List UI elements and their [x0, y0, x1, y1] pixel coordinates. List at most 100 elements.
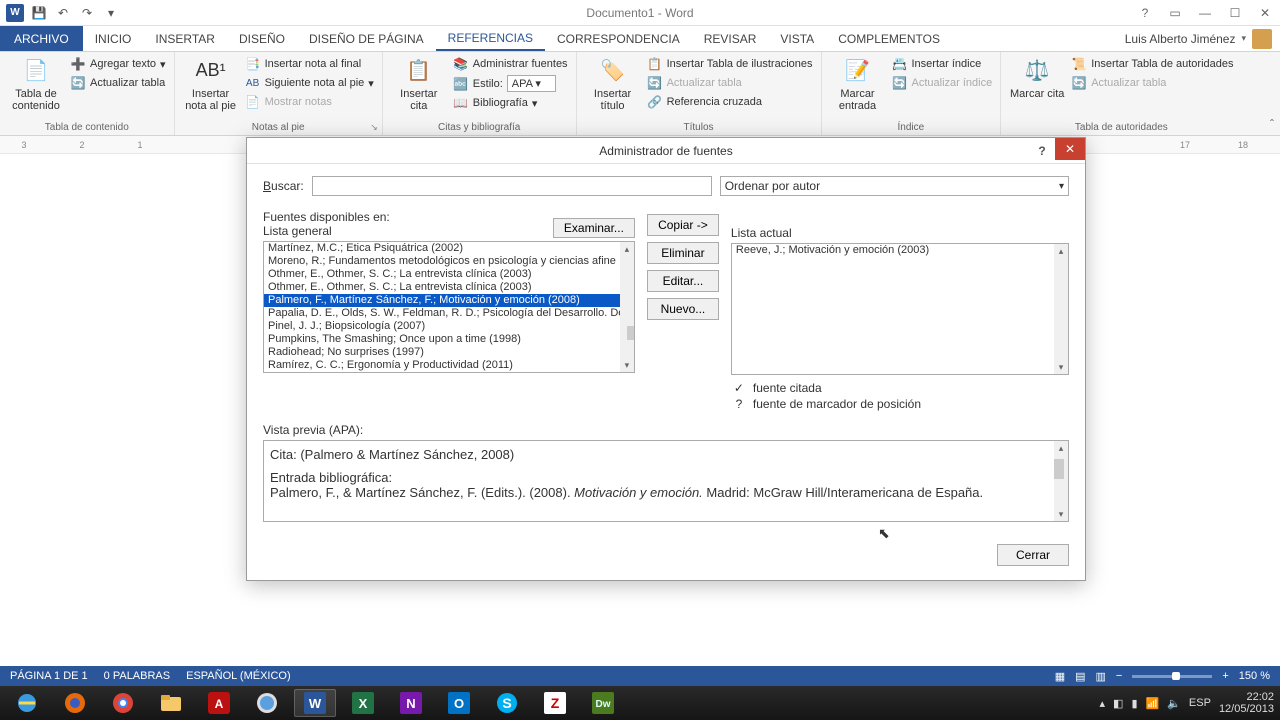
insert-footnote-button[interactable]: AB¹ Insertar nota al pie [183, 56, 239, 112]
tab-referencias[interactable]: REFERENCIAS [436, 26, 545, 51]
tab-inicio[interactable]: INICIO [83, 26, 144, 51]
footnotes-launcher-icon[interactable]: ↘ [370, 122, 378, 133]
taskbar-skype-icon[interactable]: S [486, 689, 528, 717]
dialog-close-icon[interactable]: ✕ [1055, 138, 1085, 160]
list-item[interactable]: Pinel, J. J.; Biopsicología (2007) [264, 320, 634, 333]
zoom-value[interactable]: 150 % [1239, 670, 1270, 682]
taskbar-word-icon[interactable]: W [294, 689, 336, 717]
scroll-up-icon[interactable]: ▴ [1054, 441, 1068, 455]
maximize-icon[interactable]: ☐ [1220, 2, 1250, 24]
insert-tof-button[interactable]: 📋Insertar Tabla de ilustraciones [647, 56, 813, 72]
scroll-down-icon[interactable]: ▾ [1054, 507, 1068, 521]
current-listbox[interactable]: Reeve, J.; Motivación y emoción (2003) ▴… [731, 243, 1069, 375]
list-item[interactable]: Othmer, E., Othmer, S. C.; La entrevista… [264, 281, 634, 294]
save-icon[interactable]: 💾 [28, 2, 50, 24]
view-print-icon[interactable]: ▤ [1075, 670, 1085, 683]
close-window-icon[interactable]: ✕ [1250, 2, 1280, 24]
view-web-icon[interactable]: ▥ [1096, 670, 1106, 683]
tray-wifi-icon[interactable]: 📶 [1146, 697, 1160, 710]
insert-toa-button[interactable]: 📜Insertar Tabla de autoridades [1071, 56, 1233, 72]
list-item[interactable]: Martínez, M.C.; Etica Psiquátrica (2002) [264, 242, 634, 255]
tray-battery-icon[interactable]: ▮ [1131, 697, 1137, 710]
tray-network-icon[interactable]: ◧ [1113, 697, 1123, 710]
zoom-out-icon[interactable]: − [1116, 670, 1122, 682]
insert-index-button[interactable]: 📇Insertar índice [892, 56, 993, 72]
taskbar-explorer-icon[interactable] [150, 689, 192, 717]
taskbar-adobe-icon[interactable]: A [198, 689, 240, 717]
tray-volume-icon[interactable]: 🔈 [1167, 697, 1181, 710]
minimize-icon[interactable]: — [1190, 2, 1220, 24]
list-item[interactable]: Palmero, F., Martínez Sánchez, F.; Motiv… [264, 294, 634, 307]
close-button[interactable]: Cerrar [997, 544, 1069, 566]
citation-style-select[interactable]: 🔤 Estilo: APA ▾ [453, 75, 568, 92]
qat-customize-icon[interactable]: ▾ [100, 2, 122, 24]
search-input[interactable] [312, 176, 712, 196]
taskbar-zotero-icon[interactable]: Z [534, 689, 576, 717]
taskbar-chrome-icon[interactable] [102, 689, 144, 717]
update-index-button[interactable]: 🔄Actualizar índice [892, 75, 993, 91]
zoom-in-icon[interactable]: + [1222, 670, 1228, 682]
master-scrollbar[interactable]: ▴ ▾ [620, 242, 634, 372]
status-words[interactable]: 0 PALABRAS [104, 670, 170, 682]
tab-correspondencia[interactable]: CORRESPONDENCIA [545, 26, 692, 51]
list-item[interactable]: Moreno, R.; Fundamentos metodológicos en… [264, 255, 634, 268]
preview-scrollbar[interactable]: ▴ ▾ [1054, 441, 1068, 521]
insert-citation-button[interactable]: 📋 Insertar cita [391, 56, 447, 112]
insert-endnote-button[interactable]: 📑Insertar nota al final [245, 56, 374, 72]
tab-diseño[interactable]: DISEÑO [227, 26, 297, 51]
list-item[interactable]: Reeve, J.; Motivación y emoción (2003) [264, 372, 634, 373]
copy-button[interactable]: Copiar -> [647, 214, 719, 236]
list-item[interactable]: Ramírez, C. C.; Ergonomía y Productivida… [264, 359, 634, 372]
sort-select[interactable]: Ordenar por autor▾ [720, 176, 1069, 196]
taskbar-ie-icon[interactable] [6, 689, 48, 717]
scroll-down-icon[interactable]: ▾ [620, 358, 634, 372]
taskbar-excel-icon[interactable]: X [342, 689, 384, 717]
taskbar-outlook-icon[interactable]: O [438, 689, 480, 717]
show-notes-button[interactable]: 📄Mostrar notas [245, 94, 374, 110]
dialog-help-icon[interactable]: ? [1029, 138, 1055, 164]
tab-revisar[interactable]: REVISAR [692, 26, 769, 51]
tab-file[interactable]: ARCHIVO [0, 26, 83, 51]
taskbar-itunes-icon[interactable] [246, 689, 288, 717]
help-icon[interactable]: ? [1130, 2, 1160, 24]
ribbon-display-icon[interactable]: ▭ [1160, 2, 1190, 24]
taskbar-dreamweaver-icon[interactable]: Dw [582, 689, 624, 717]
edit-button[interactable]: Editar... [647, 270, 719, 292]
tab-complementos[interactable]: COMPLEMENTOS [826, 26, 952, 51]
zoom-slider[interactable] [1132, 675, 1212, 678]
current-scrollbar[interactable]: ▴ ▾ [1054, 244, 1068, 374]
insert-caption-button[interactable]: 🏷️ Insertar título [585, 56, 641, 112]
tab-insertar[interactable]: INSERTAR [143, 26, 227, 51]
update-toa-button[interactable]: 🔄Actualizar tabla [1071, 75, 1233, 91]
toc-button[interactable]: 📄 Tabla de contenido [8, 56, 64, 112]
taskbar-onenote-icon[interactable]: N [390, 689, 432, 717]
view-read-icon[interactable]: ▦ [1055, 670, 1065, 683]
new-button[interactable]: Nuevo... [647, 298, 719, 320]
status-lang[interactable]: ESPAÑOL (MÉXICO) [186, 670, 291, 682]
update-tof-button[interactable]: 🔄Actualizar tabla [647, 75, 813, 91]
collapse-ribbon-icon[interactable]: ˆ [1270, 117, 1274, 131]
list-item[interactable]: Othmer, E., Othmer, S. C.; La entrevista… [264, 268, 634, 281]
tray-up-icon[interactable]: ▴ [1100, 697, 1106, 710]
scroll-up-icon[interactable]: ▴ [620, 242, 634, 256]
taskbar-firefox-icon[interactable] [54, 689, 96, 717]
user-name[interactable]: Luis Alberto Jiménez [1125, 32, 1236, 46]
redo-icon[interactable]: ↷ [76, 2, 98, 24]
bibliography-button[interactable]: 📖Bibliografía ▾ [453, 95, 568, 111]
delete-button[interactable]: Eliminar [647, 242, 719, 264]
manage-sources-button[interactable]: 📚Administrar fuentes [453, 56, 568, 72]
mark-entry-button[interactable]: 📝 Marcar entrada [830, 56, 886, 112]
list-item[interactable]: Pumpkins, The Smashing; Once upon a time… [264, 333, 634, 346]
update-toc-button[interactable]: 🔄Actualizar tabla [70, 75, 166, 91]
tray-clock[interactable]: 22:02 12/05/2013 [1219, 691, 1274, 715]
undo-icon[interactable]: ↶ [52, 2, 74, 24]
scroll-down-icon[interactable]: ▾ [1054, 360, 1068, 374]
tab-vista[interactable]: VISTA [768, 26, 826, 51]
avatar[interactable] [1252, 29, 1272, 49]
mark-citation-button[interactable]: ⚖️ Marcar cita [1009, 56, 1065, 100]
scroll-up-icon[interactable]: ▴ [1054, 244, 1068, 258]
master-listbox[interactable]: Martínez, M.C.; Etica Psiquátrica (2002)… [263, 241, 635, 373]
status-page[interactable]: PÁGINA 1 DE 1 [10, 670, 88, 682]
examine-button[interactable]: Examinar... [553, 218, 635, 238]
list-item[interactable]: Radiohead; No surprises (1997) [264, 346, 634, 359]
